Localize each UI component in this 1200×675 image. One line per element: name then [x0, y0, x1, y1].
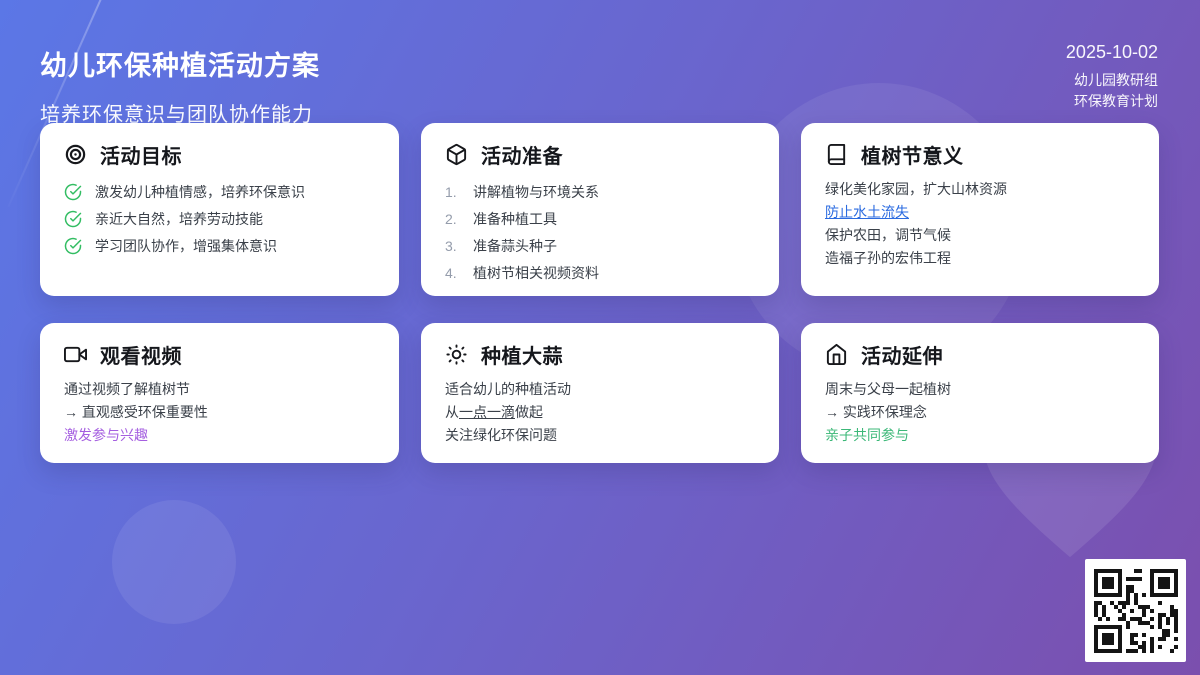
- prep-item: 4. 植树节相关视频资料: [445, 259, 755, 286]
- check-circle-icon: [64, 237, 82, 255]
- card-title: 种植大蒜: [481, 340, 563, 369]
- target-icon: [64, 143, 87, 166]
- card-title: 活动准备: [481, 140, 563, 169]
- page-title: 幼儿环保种植活动方案: [40, 44, 320, 83]
- video-highlight: 激发参与兴趣: [64, 424, 375, 447]
- date-label: 2025-10-02: [1066, 42, 1158, 63]
- org-label: 幼儿园教研组: [1066, 70, 1158, 91]
- decorative-circle-small: [112, 500, 236, 624]
- extend-highlight: 亲子共同参与: [825, 424, 1135, 447]
- qr-code: [1085, 559, 1186, 662]
- header-meta: 2025-10-02 幼儿园教研组 环保教育计划: [1066, 42, 1158, 112]
- card-title: 活动目标: [100, 140, 182, 169]
- extend-line: 周末与父母一起植树: [825, 378, 1135, 401]
- card-activity-extension: 活动延伸 周末与父母一起植树 → 实践环保理念 亲子共同参与: [801, 323, 1159, 463]
- garlic-line: 从一点一滴做起: [445, 401, 755, 424]
- card-title: 植树节意义: [861, 140, 964, 169]
- card-arbor-day-meaning: 植树节意义 绿化美化家园，扩大山林资源 防止水土流失 保护农田，调节气候 造福子…: [801, 123, 1159, 296]
- underlined-phrase: 一点一滴: [459, 404, 515, 420]
- video-line: 通过视频了解植树节: [64, 378, 375, 401]
- plan-label: 环保教育计划: [1066, 91, 1158, 112]
- meaning-line: 造福子孙的宏伟工程: [825, 247, 1135, 270]
- check-circle-icon: [64, 210, 82, 228]
- card-plant-garlic: 种植大蒜 适合幼儿的种植活动 从一点一滴做起 关注绿化环保问题: [421, 323, 779, 463]
- meaning-line: 绿化美化家园，扩大山林资源: [825, 178, 1135, 201]
- video-camera-icon: [64, 343, 87, 366]
- goal-item: 亲近大自然，培养劳动技能: [64, 205, 375, 232]
- book-icon: [825, 143, 848, 166]
- prep-item: 1. 讲解植物与环境关系: [445, 178, 755, 205]
- meaning-line: 保护农田，调节气候: [825, 224, 1135, 247]
- check-circle-icon: [64, 183, 82, 201]
- page-header: 幼儿环保种植活动方案 培养环保意识与团队协作能力: [40, 44, 320, 127]
- goal-item: 激发幼儿种植情感，培养环保意识: [64, 178, 375, 205]
- card-activity-preparation: 活动准备 1. 讲解植物与环境关系 2. 准备种植工具 3. 准备蒜头种子 4.…: [421, 123, 779, 296]
- package-icon: [445, 143, 468, 166]
- card-watch-video: 观看视频 通过视频了解植树节 → 直观感受环保重要性 激发参与兴趣: [40, 323, 399, 463]
- card-title: 观看视频: [100, 340, 182, 369]
- prep-item: 3. 准备蒜头种子: [445, 232, 755, 259]
- card-activity-goals: 活动目标 激发幼儿种植情感，培养环保意识 亲近大自然，培养劳动技能 学习团队协作…: [40, 123, 399, 296]
- home-icon: [825, 343, 848, 366]
- garlic-line: 关注绿化环保问题: [445, 424, 755, 447]
- video-line: → 直观感受环保重要性: [64, 401, 375, 424]
- garlic-line: 适合幼儿的种植活动: [445, 378, 755, 401]
- extend-line: → 实践环保理念: [825, 401, 1135, 424]
- card-title: 活动延伸: [861, 340, 943, 369]
- sun-icon: [445, 343, 468, 366]
- goal-item: 学习团队协作，增强集体意识: [64, 232, 375, 259]
- soil-erosion-link[interactable]: 防止水土流失: [825, 204, 909, 220]
- prep-item: 2. 准备种植工具: [445, 205, 755, 232]
- meaning-link-line: 防止水土流失: [825, 201, 1135, 224]
